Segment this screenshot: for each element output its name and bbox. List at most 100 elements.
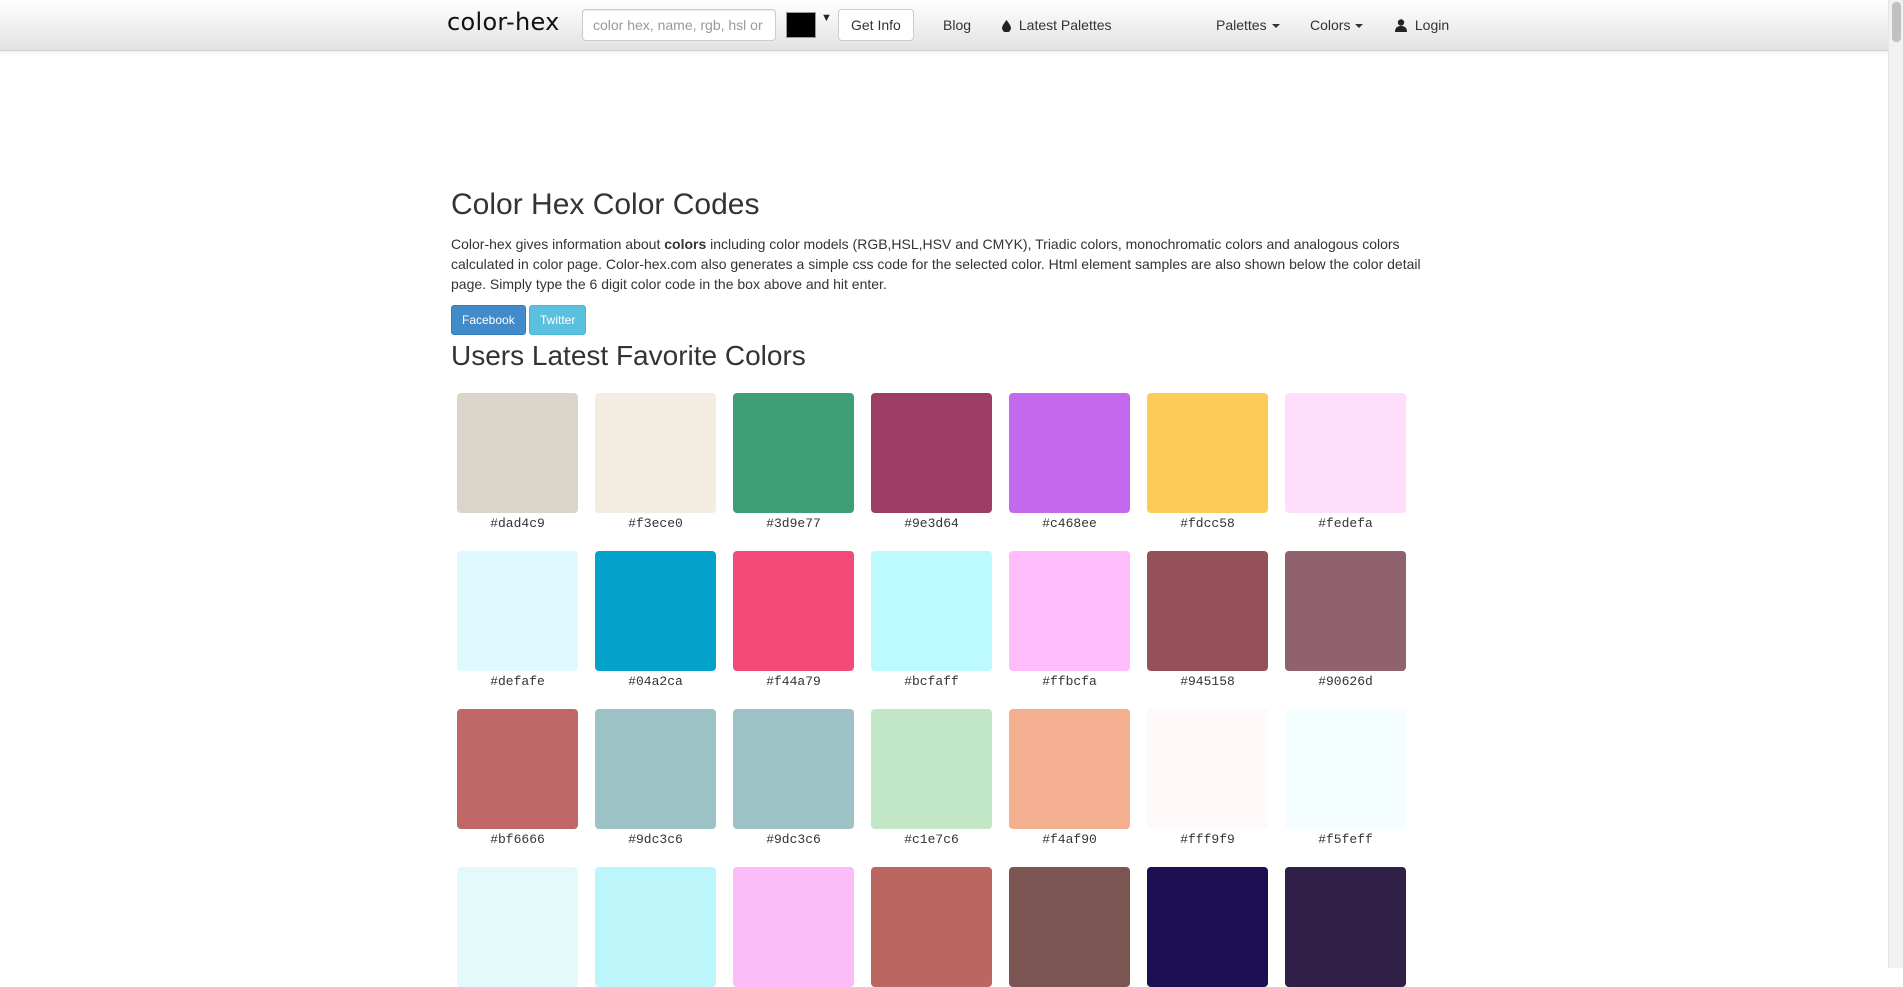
color-hex-label[interactable]: #90626d — [1285, 675, 1406, 689]
color-card[interactable]: #90626d — [1285, 551, 1406, 689]
color-card[interactable]: #defafe — [457, 551, 578, 689]
facebook-share-button[interactable]: Facebook — [451, 305, 526, 335]
nav-login-link[interactable]: Login — [1395, 0, 1449, 50]
color-hex-label[interactable]: #9dc3c6 — [595, 833, 716, 847]
color-card[interactable]: #c468ee — [1009, 393, 1130, 531]
color-hex-label[interactable]: #f3ece0 — [595, 517, 716, 531]
color-hex-label[interactable]: #fdcc58 — [1147, 517, 1268, 531]
color-swatch[interactable] — [457, 867, 578, 987]
color-card[interactable]: #dad4c9 — [457, 393, 578, 531]
color-swatch[interactable] — [1147, 551, 1268, 671]
color-card[interactable]: #fff9f9 — [1147, 709, 1268, 847]
color-card[interactable] — [1009, 867, 1130, 987]
color-card[interactable]: #f4af90 — [1009, 709, 1130, 847]
color-swatch[interactable] — [871, 393, 992, 513]
color-swatch[interactable] — [733, 551, 854, 671]
color-card[interactable]: #9dc3c6 — [595, 709, 716, 847]
color-swatch[interactable] — [733, 867, 854, 987]
color-swatch[interactable] — [733, 393, 854, 513]
color-card[interactable]: #9e3d64 — [871, 393, 992, 531]
nav-latest-palettes-link[interactable]: Latest Palettes — [1002, 0, 1112, 50]
color-swatch[interactable] — [733, 709, 854, 829]
color-hex-label[interactable]: #f4af90 — [1009, 833, 1130, 847]
chevron-down-icon — [1355, 24, 1364, 29]
favorites-section-title: Users Latest Favorite Colors — [451, 340, 806, 371]
color-swatch[interactable] — [1009, 393, 1130, 513]
color-card[interactable]: #3d9e77 — [733, 393, 854, 531]
color-swatch[interactable] — [457, 709, 578, 829]
color-card[interactable]: #9dc3c6 — [733, 709, 854, 847]
color-hex-label[interactable]: #fedefa — [1285, 517, 1406, 531]
twitter-share-button[interactable]: Twitter — [529, 305, 587, 335]
color-card[interactable]: #bf6666 — [457, 709, 578, 847]
nav-palettes-dropdown[interactable]: Palettes — [1216, 0, 1280, 50]
color-swatch[interactable] — [1009, 709, 1130, 829]
color-hex-label[interactable]: #ffbcfa — [1009, 675, 1130, 689]
color-hex-label[interactable]: #bcfaff — [871, 675, 992, 689]
color-card[interactable]: #f5feff — [1285, 709, 1406, 847]
color-hex-label[interactable]: #f5feff — [1285, 833, 1406, 847]
color-swatch[interactable] — [1009, 867, 1130, 987]
color-hex-label[interactable]: #defafe — [457, 675, 578, 689]
color-hex-label[interactable]: #945158 — [1147, 675, 1268, 689]
intro-text-bold: colors — [664, 236, 707, 252]
color-swatch[interactable] — [595, 867, 716, 987]
color-swatch[interactable] — [1285, 867, 1406, 987]
get-info-button[interactable]: Get Info — [838, 9, 914, 41]
color-card[interactable] — [595, 867, 716, 987]
color-hex-label[interactable]: #04a2ca — [595, 675, 716, 689]
color-search-input[interactable] — [582, 9, 776, 41]
color-hex-label[interactable]: #fff9f9 — [1147, 833, 1268, 847]
color-card[interactable]: #f3ece0 — [595, 393, 716, 531]
color-card[interactable]: #04a2ca — [595, 551, 716, 689]
color-swatch[interactable] — [1285, 393, 1406, 513]
color-swatch[interactable] — [1285, 551, 1406, 671]
picker-caret-icon: ▼ — [821, 12, 832, 24]
color-hex-label[interactable]: #3d9e77 — [733, 517, 854, 531]
color-swatch[interactable] — [1147, 393, 1268, 513]
brand-logo[interactable]: color-hex — [447, 8, 560, 36]
page-scrollbar[interactable] — [1888, 0, 1903, 968]
color-card[interactable]: #fdcc58 — [1147, 393, 1268, 531]
color-card[interactable] — [871, 867, 992, 987]
color-card[interactable]: #bcfaff — [871, 551, 992, 689]
color-swatch[interactable] — [871, 551, 992, 671]
nav-colors-dropdown[interactable]: Colors — [1310, 0, 1364, 50]
color-swatch[interactable] — [1147, 709, 1268, 829]
intro-text-start: Color-hex gives information about — [451, 236, 665, 252]
color-card[interactable]: #ffbcfa — [1009, 551, 1130, 689]
color-card[interactable] — [733, 867, 854, 987]
color-card[interactable] — [457, 867, 578, 987]
color-picker-button[interactable]: ▼ — [783, 9, 835, 41]
color-card[interactable]: #f44a79 — [733, 551, 854, 689]
color-swatch[interactable] — [1285, 709, 1406, 829]
color-hex-label[interactable]: #c468ee — [1009, 517, 1130, 531]
nav-login-label: Login — [1414, 17, 1450, 33]
color-swatch[interactable] — [1009, 551, 1130, 671]
color-swatch[interactable] — [595, 551, 716, 671]
color-swatch[interactable] — [457, 393, 578, 513]
color-card[interactable]: #c1e7c6 — [871, 709, 992, 847]
color-hex-label[interactable]: #9e3d64 — [871, 517, 992, 531]
nav-colors-label: Colors — [1310, 17, 1351, 33]
nav-palettes-label: Palettes — [1216, 17, 1267, 33]
color-swatch[interactable] — [595, 709, 716, 829]
color-hex-label[interactable]: #dad4c9 — [457, 517, 578, 531]
color-hex-label[interactable]: #c1e7c6 — [871, 833, 992, 847]
chevron-down-icon — [1271, 24, 1280, 29]
scrollbar-thumb[interactable] — [1892, 2, 1901, 42]
color-swatch[interactable] — [1147, 867, 1268, 987]
color-hex-label[interactable]: #bf6666 — [457, 833, 578, 847]
color-card[interactable] — [1147, 867, 1268, 987]
color-swatch[interactable] — [871, 867, 992, 987]
nav-blog-label: Blog — [943, 17, 972, 33]
color-card[interactable]: #945158 — [1147, 551, 1268, 689]
color-swatch[interactable] — [595, 393, 716, 513]
color-hex-label[interactable]: #f44a79 — [733, 675, 854, 689]
color-hex-label[interactable]: #9dc3c6 — [733, 833, 854, 847]
color-card[interactable] — [1285, 867, 1406, 987]
color-swatch[interactable] — [871, 709, 992, 829]
color-card[interactable]: #fedefa — [1285, 393, 1406, 531]
color-swatch[interactable] — [457, 551, 578, 671]
nav-blog-link[interactable]: Blog — [943, 0, 971, 50]
